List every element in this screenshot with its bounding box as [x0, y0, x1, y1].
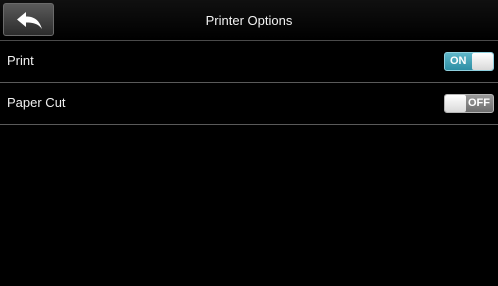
- print-toggle-state: ON: [450, 55, 467, 67]
- print-label: Print: [7, 53, 34, 68]
- back-button[interactable]: [3, 3, 54, 36]
- back-arrow-icon: [17, 12, 42, 29]
- setting-row-paper-cut[interactable]: Paper Cut OFF: [0, 83, 498, 125]
- print-toggle-knob[interactable]: [472, 53, 493, 70]
- page-title: Printer Options: [205, 13, 293, 28]
- print-toggle[interactable]: ON: [444, 52, 494, 71]
- paper-cut-toggle-state: OFF: [468, 97, 490, 109]
- printer-options-screen: Printer Options Print ON Paper Cut OFF: [0, 0, 498, 286]
- title-bar: Printer Options: [0, 0, 498, 41]
- paper-cut-label: Paper Cut: [7, 95, 66, 110]
- paper-cut-toggle[interactable]: OFF: [444, 94, 494, 113]
- setting-row-print[interactable]: Print ON: [0, 41, 498, 83]
- paper-cut-toggle-knob[interactable]: [445, 95, 466, 112]
